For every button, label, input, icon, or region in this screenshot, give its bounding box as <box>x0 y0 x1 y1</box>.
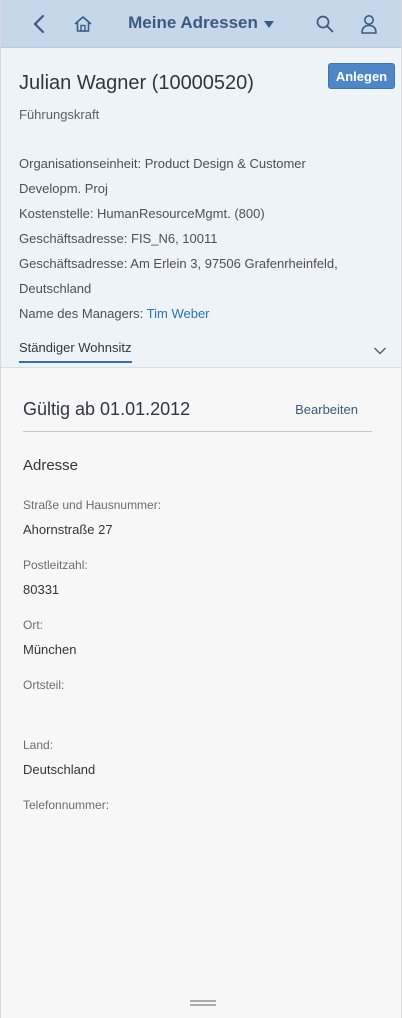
back-arrow-icon <box>33 14 45 34</box>
tab-permanent-residence[interactable]: Ständiger Wohnsitz <box>19 340 132 363</box>
app-title-menu[interactable]: Meine Adressen <box>128 13 274 33</box>
postal-code-label: Postleitzahl: <box>23 558 88 572</box>
edit-button[interactable]: Bearbeiten <box>295 402 358 417</box>
business-address-attribute-2: Geschäftsadresse: Am Erlein 3, 97506 Gra… <box>19 256 338 271</box>
caret-down-icon <box>263 20 274 28</box>
employee-role: Führungskraft <box>19 107 100 122</box>
home-button[interactable] <box>67 8 99 40</box>
address-content: Gültig ab 01.01.2012 Bearbeiten Adresse … <box>1 369 401 989</box>
country-value: Deutschland <box>23 762 96 777</box>
address-type-tabbar: Ständiger Wohnsitz <box>1 338 401 368</box>
divider <box>23 431 372 432</box>
address-section-title: Adresse <box>23 457 79 474</box>
manager-attribute: Name des Managers: Tim Weber <box>19 301 389 326</box>
back-button[interactable] <box>23 8 55 40</box>
street-value: Ahornstraße 27 <box>23 522 113 537</box>
district-label: Ortsteil: <box>23 678 65 692</box>
search-button[interactable] <box>309 8 341 40</box>
app-shell: Meine Adressen Julian Wagner (10000520) … <box>0 0 402 1018</box>
create-button[interactable]: Anlegen <box>328 63 395 89</box>
object-header: Julian Wagner (10000520) Anlegen Führung… <box>1 48 401 368</box>
manager-link[interactable]: Tim Weber <box>147 306 210 321</box>
city-label: Ort: <box>23 618 43 632</box>
app-title: Meine Adressen <box>128 13 258 32</box>
street-label: Straße und Hausnummer: <box>23 498 162 512</box>
app-title-container: Meine Adressen <box>1 13 401 33</box>
postal-code-value: 80331 <box>23 582 60 597</box>
org-unit-attribute-cont: Developm. Proj <box>19 181 108 196</box>
user-icon <box>361 15 377 34</box>
valid-from-title: Gültig ab 01.01.2012 <box>23 399 191 419</box>
business-address-attribute: Geschäftsadresse: FIS_N6, 10011 <box>19 231 218 246</box>
chevron-down-icon[interactable] <box>373 344 387 358</box>
manager-label: Name des Managers: <box>19 306 144 321</box>
shell-bar: Meine Adressen <box>1 0 401 48</box>
country-label: Land: <box>23 738 54 752</box>
city-value: München <box>23 642 77 657</box>
org-unit-attribute: Organisationseinheit: Product Design & C… <box>19 156 306 171</box>
employee-attributes: Organisationseinheit: Product Design & C… <box>19 151 389 326</box>
employee-name: Julian Wagner (10000520) <box>19 72 254 94</box>
phone-label: Telefonnummer: <box>23 798 110 812</box>
search-icon <box>316 15 334 33</box>
resize-handle[interactable] <box>190 1000 216 1006</box>
business-address-attribute-2-cont: Deutschland <box>19 281 92 296</box>
user-button[interactable] <box>353 8 385 40</box>
cost-center-attribute: Kostenstelle: HumanResourceMgmt. (800) <box>19 206 265 221</box>
home-icon <box>74 16 92 32</box>
